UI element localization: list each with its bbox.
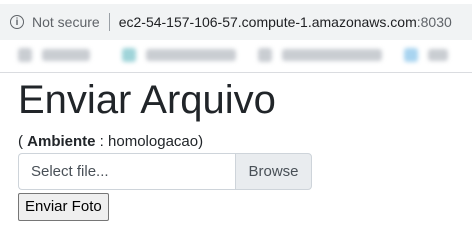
submit-photo-button[interactable]: Enviar Foto [18, 193, 109, 221]
ambiente-value: homologacao [108, 133, 199, 150]
ambiente-sep: : [95, 133, 109, 150]
ambiente-label: Ambiente [27, 133, 96, 150]
address-bar[interactable]: i Not secure ec2-54-157-106-57.compute-1… [0, 4, 472, 40]
environment-info: ( Ambiente : homologacao) [18, 132, 312, 152]
bookmark-icon[interactable] [18, 48, 32, 62]
bookmark-icon[interactable] [258, 48, 272, 62]
address-divider [108, 13, 110, 31]
upload-form: Enviar Arquivo ( Ambiente : homologacao)… [18, 76, 312, 221]
bookmark-item[interactable] [146, 49, 236, 61]
file-input-group[interactable]: Select file... Browse [18, 153, 312, 190]
bookmark-item[interactable] [42, 49, 90, 61]
page-title: Enviar Arquivo [18, 78, 276, 122]
url-port: :8030 [416, 14, 452, 30]
url-text[interactable]: ec2-54-157-106-57.compute-1.amazonaws.co… [119, 14, 452, 30]
bookmark-item[interactable] [282, 49, 382, 61]
bookmark-item[interactable] [428, 49, 448, 61]
bookmark-icon[interactable] [404, 48, 418, 62]
ambiente-close: ) [198, 133, 204, 150]
security-status[interactable]: Not secure [32, 14, 100, 30]
info-icon[interactable]: i [10, 15, 24, 29]
file-input[interactable]: Select file... [18, 153, 235, 190]
bookmarks-bar [0, 44, 472, 66]
browser-chrome: i Not secure ec2-54-157-106-57.compute-1… [0, 0, 472, 73]
ambiente-open: ( [18, 133, 28, 150]
url-host: ec2-54-157-106-57.compute-1.amazonaws.co… [118, 14, 417, 30]
bookmark-icon[interactable] [122, 48, 136, 62]
browse-button[interactable]: Browse [235, 153, 312, 190]
